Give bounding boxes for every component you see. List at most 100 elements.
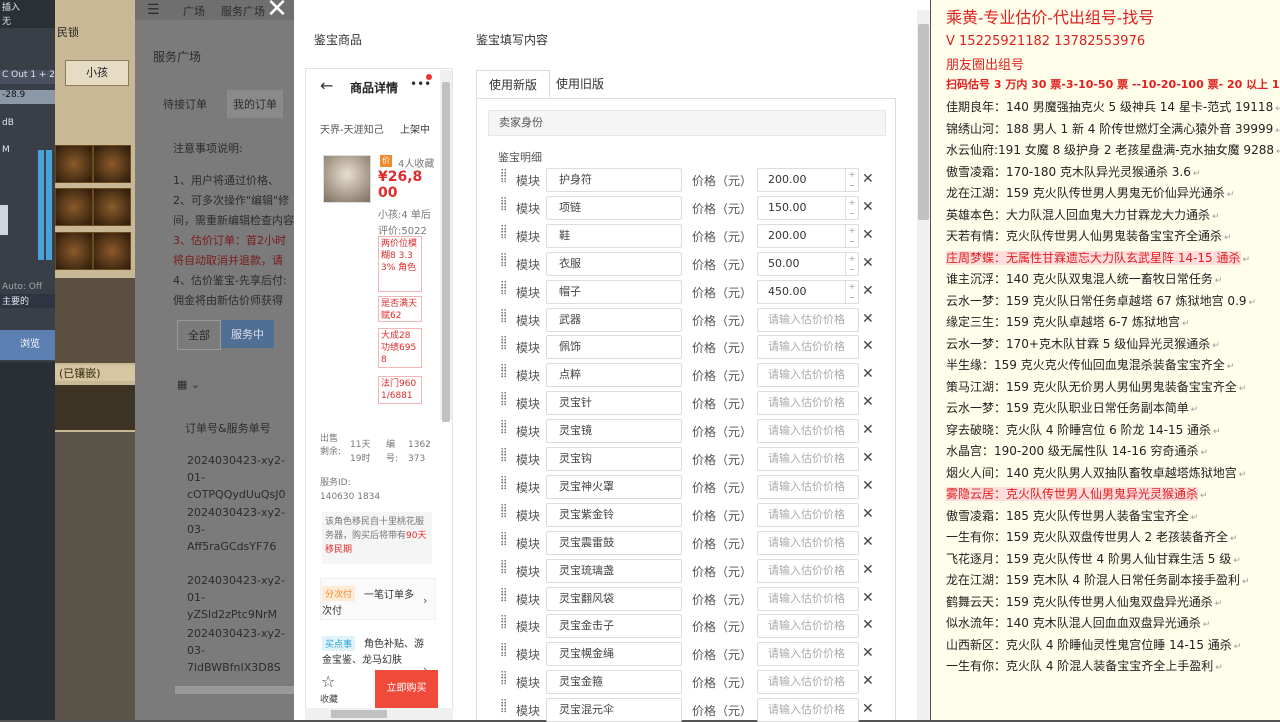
price-input[interactable]: 请输入估价价格 bbox=[757, 391, 859, 416]
delete-icon[interactable]: ✕ bbox=[862, 199, 874, 215]
price-input[interactable]: 请输入估价价格 bbox=[757, 474, 859, 499]
module-name[interactable]: 灵宝幌金绳 bbox=[546, 642, 682, 667]
price-input[interactable]: 请输入估价价格 bbox=[757, 642, 859, 667]
item-slot[interactable] bbox=[93, 232, 131, 270]
drag-handle-icon[interactable]: ⠿ ⠿ bbox=[500, 532, 510, 548]
form-scrollbar-thumb[interactable] bbox=[918, 24, 929, 220]
module-name[interactable]: 鞋 bbox=[546, 223, 682, 248]
drag-handle-icon[interactable]: ⠿ ⠿ bbox=[500, 700, 510, 716]
daw-insert-value[interactable]: 无 bbox=[0, 14, 60, 28]
item-slot[interactable] bbox=[55, 188, 93, 226]
price-input[interactable]: 50.00 bbox=[757, 251, 859, 276]
drag-handle-icon[interactable]: ⠿ ⠿ bbox=[500, 281, 510, 297]
price-input[interactable]: 请输入估价价格 bbox=[757, 335, 859, 360]
daw-browse-button[interactable]: 浏览 bbox=[0, 330, 60, 360]
tab-old-version[interactable]: 使用旧版 bbox=[544, 70, 616, 98]
price-input[interactable]: 450.00 bbox=[757, 279, 859, 304]
seller-section[interactable]: 卖家身份 bbox=[488, 110, 886, 136]
module-name[interactable]: 灵宝钩 bbox=[546, 447, 682, 471]
delete-icon[interactable]: ✕ bbox=[862, 422, 874, 438]
delete-icon[interactable]: ✕ bbox=[862, 450, 874, 466]
module-name[interactable]: 灵宝金击子 bbox=[546, 614, 682, 639]
delete-icon[interactable]: ✕ bbox=[862, 283, 874, 299]
buy-now-button[interactable]: 立即购买 bbox=[375, 670, 438, 708]
module-name[interactable]: 灵宝翻风袋 bbox=[546, 586, 682, 611]
price-stepper[interactable]: + − bbox=[845, 252, 858, 275]
item-slot[interactable] bbox=[55, 145, 93, 183]
game-tab-kid[interactable]: 小孩 bbox=[65, 60, 129, 86]
back-arrow-icon[interactable]: ← bbox=[320, 76, 333, 95]
delete-icon[interactable]: ✕ bbox=[862, 255, 874, 271]
module-name[interactable]: 灵宝混元伞 bbox=[546, 698, 682, 722]
module-name[interactable]: 点粹 bbox=[546, 363, 682, 388]
module-name[interactable]: 护身符 bbox=[546, 168, 682, 192]
delete-icon[interactable]: ✕ bbox=[862, 590, 874, 606]
delete-icon[interactable]: ✕ bbox=[862, 534, 874, 550]
price-input[interactable]: 请输入估价价格 bbox=[757, 502, 859, 527]
delete-icon[interactable]: ✕ bbox=[862, 562, 874, 578]
price-input[interactable]: 请输入估价价格 bbox=[757, 614, 859, 639]
drag-handle-icon[interactable]: ⠿ ⠿ bbox=[500, 197, 510, 213]
delete-icon[interactable]: ✕ bbox=[862, 366, 874, 382]
module-name[interactable]: 灵宝镜 bbox=[546, 419, 682, 444]
price-stepper[interactable]: + − bbox=[845, 169, 858, 191]
tab-mine[interactable]: 我的订单 bbox=[227, 90, 283, 118]
daw-insert-label[interactable]: 插入 bbox=[0, 0, 60, 14]
drag-handle-icon[interactable]: ⠿ ⠿ bbox=[500, 504, 510, 520]
delete-icon[interactable]: ✕ bbox=[862, 701, 874, 717]
drag-handle-icon[interactable]: ⠿ ⠿ bbox=[500, 225, 510, 241]
delete-icon[interactable]: ✕ bbox=[862, 478, 874, 494]
drag-handle-icon[interactable]: ⠿ ⠿ bbox=[500, 672, 510, 688]
bg-scrollbar[interactable] bbox=[175, 686, 295, 694]
module-name[interactable]: 衣服 bbox=[546, 251, 682, 276]
menu-icon[interactable]: ☰ bbox=[147, 2, 160, 18]
product-scrollbar-thumb[interactable] bbox=[442, 82, 450, 422]
favorite-label[interactable]: 收藏 bbox=[320, 692, 338, 705]
drag-handle-icon[interactable]: ⠿ ⠿ bbox=[500, 365, 510, 381]
module-name[interactable]: 帽子 bbox=[546, 279, 682, 304]
item-slot[interactable] bbox=[93, 188, 131, 226]
price-input[interactable]: 200.00 bbox=[757, 168, 859, 192]
breadcrumb-2[interactable]: 服务广场 bbox=[221, 3, 265, 19]
price-stepper[interactable]: + − bbox=[845, 224, 858, 247]
price-input[interactable]: 请输入估价价格 bbox=[757, 586, 859, 611]
module-name[interactable]: 灵宝震雷鼓 bbox=[546, 530, 682, 555]
star-icon[interactable]: ☆ bbox=[321, 672, 335, 691]
module-name[interactable]: 灵宝紫金铃 bbox=[546, 502, 682, 527]
price-input[interactable]: 请输入估价价格 bbox=[757, 698, 859, 722]
drag-handle-icon[interactable]: ⠿ ⠿ bbox=[500, 644, 510, 660]
price-input[interactable]: 请输入估价价格 bbox=[757, 670, 859, 695]
drag-handle-icon[interactable]: ⠿ ⠿ bbox=[500, 449, 510, 465]
module-name[interactable]: 项链 bbox=[546, 195, 682, 220]
drag-handle-icon[interactable]: ⠿ ⠿ bbox=[500, 588, 510, 604]
module-name[interactable]: 灵宝神火罩 bbox=[546, 474, 682, 499]
module-name[interactable]: 武器 bbox=[546, 307, 682, 332]
drag-handle-icon[interactable]: ⠿ ⠿ bbox=[500, 309, 510, 325]
drag-handle-icon[interactable]: ⠿ ⠿ bbox=[500, 616, 510, 632]
daw-out-label[interactable]: C Out 1 + 2 bbox=[0, 70, 60, 84]
module-name[interactable]: 灵宝针 bbox=[546, 391, 682, 416]
module-name[interactable]: 灵宝琉璃盏 bbox=[546, 558, 682, 583]
item-slot[interactable] bbox=[93, 145, 131, 183]
daw-fader[interactable] bbox=[0, 205, 8, 235]
price-input[interactable]: 请输入估价价格 bbox=[757, 363, 859, 388]
product-h-scrollbar-thumb[interactable] bbox=[331, 710, 387, 718]
filter-active[interactable]: 服务中 bbox=[221, 320, 274, 348]
drag-handle-icon[interactable]: ⠿ ⠿ bbox=[500, 393, 510, 409]
delete-icon[interactable]: ✕ bbox=[862, 338, 874, 354]
item-slot[interactable] bbox=[55, 232, 93, 270]
price-input[interactable]: 请输入估价价格 bbox=[757, 447, 859, 471]
delete-icon[interactable]: ✕ bbox=[862, 311, 874, 327]
price-input[interactable]: 150.00 bbox=[757, 195, 859, 220]
module-name[interactable]: 灵宝金箍 bbox=[546, 670, 682, 695]
delete-icon[interactable]: ✕ bbox=[862, 506, 874, 522]
grid-view-icon[interactable]: ▦ ⌄ bbox=[177, 378, 200, 391]
price-input[interactable]: 请输入估价价格 bbox=[757, 530, 859, 555]
price-input[interactable]: 请输入估价价格 bbox=[757, 419, 859, 444]
close-icon[interactable]: ✕ bbox=[262, 0, 292, 22]
delete-icon[interactable]: ✕ bbox=[862, 673, 874, 689]
drag-handle-icon[interactable]: ⠿ ⠿ bbox=[500, 421, 510, 437]
price-stepper[interactable]: + − bbox=[845, 280, 858, 303]
price-input[interactable]: 200.00 bbox=[757, 223, 859, 248]
filter-all[interactable]: 全部 bbox=[177, 320, 221, 350]
